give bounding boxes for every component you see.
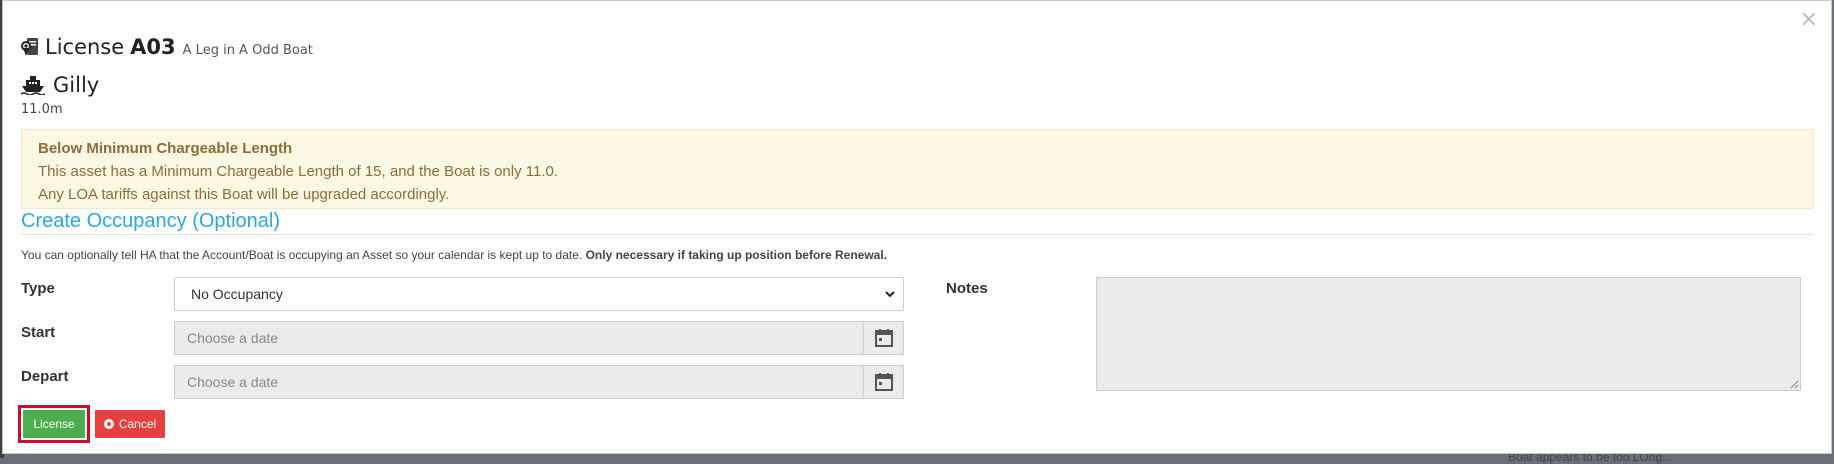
cancel-button-label: Cancel [118,417,157,431]
warning-line-2: Any LOA tariffs against this Boat will b… [38,186,450,203]
occupancy-info-text: You can optionally tell HA that the Acco… [21,248,586,262]
warning-title: Below Minimum Chargeable Length [38,140,293,157]
type-label: Type [21,280,55,297]
type-select[interactable]: No Occupancy [174,277,904,311]
start-calendar-button[interactable] [863,321,904,355]
ship-icon [21,76,45,95]
start-label: Start [21,324,56,341]
section-divider [21,234,1814,235]
start-date-input[interactable]: Choose a date [174,321,864,355]
license-button-highlight: License [18,405,90,443]
calendar-icon [874,373,893,391]
warning-alert: Below Minimum Chargeable Length This ass… [21,129,1814,209]
occupancy-info-bold: Only necessary if taking up position bef… [585,248,887,262]
close-button[interactable]: × [1800,9,1818,31]
depart-date-input[interactable]: Choose a date [174,365,864,399]
cancel-button[interactable]: Cancel [95,410,165,438]
occupancy-info: You can optionally tell HA that the Acco… [21,248,887,262]
modal-title: License A03 A Leg in A Odd Boat [21,35,313,59]
license-button[interactable]: License [23,410,85,438]
license-modal: × License A03 A Leg in A Odd Boat Gilly … [2,0,1832,454]
type-select-value: No Occupancy [191,286,283,302]
resize-handle-icon[interactable] [1790,380,1799,389]
boat-name: Gilly [53,73,100,97]
license-code: A03 [130,35,176,59]
title-text: License [45,35,125,59]
occupancy-heading: Create Occupancy (Optional) [21,210,281,232]
chevron-down-icon [885,291,895,298]
radio-circle-icon [103,419,114,429]
pin-document-icon [21,38,38,56]
warning-line-1: This asset has a Minimum Chargeable Leng… [38,163,559,180]
depart-label: Depart [21,368,69,385]
boat-length: 11.0m [21,102,63,117]
notes-label: Notes [946,280,988,297]
depart-calendar-button[interactable] [863,365,904,399]
boat-heading: Gilly [21,73,99,97]
title-subtitle: A Leg in A Odd Boat [182,43,313,58]
calendar-icon [874,329,893,347]
notes-textarea[interactable] [1096,277,1801,391]
